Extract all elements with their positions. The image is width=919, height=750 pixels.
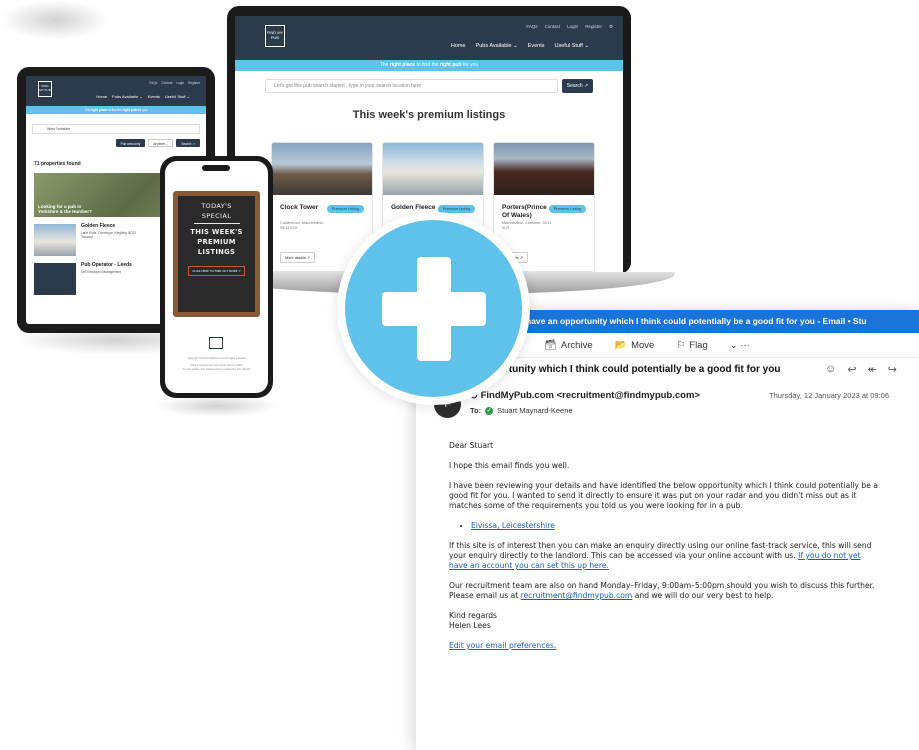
listing-photo [272, 143, 372, 195]
nav-events[interactable]: Events [528, 43, 545, 49]
phone-shadow [155, 395, 280, 417]
nav-home[interactable]: Home [96, 94, 107, 99]
emoji-icon[interactable]: ☺ [825, 363, 836, 376]
archive-button[interactable]: 🗃 Archive [544, 340, 592, 351]
premium-badge: Premium Listing [326, 205, 364, 213]
flag-icon: ⚐ [676, 339, 686, 351]
premium-listings-title: This week's premium listings [352, 109, 506, 121]
move-button[interactable]: 📂 Move [615, 340, 655, 351]
top-links: FAQs Contact Login Register ⚙ [526, 24, 613, 30]
nav-home[interactable]: Home [451, 43, 466, 49]
time-filter[interactable]: Anytime ⌄ [148, 139, 174, 147]
result-photo [34, 263, 76, 295]
register-link[interactable]: Register [188, 81, 200, 85]
filter-row: Pub area only Anytime ⌄ Search ↗ [26, 139, 200, 147]
site-nav-bar: FIND MY PUB FAQs Contact Login Register … [235, 16, 623, 60]
faqs-link[interactable]: FAQs [149, 81, 157, 85]
nav-useful-stuff[interactable]: Useful Stuff ⌄ [165, 94, 190, 99]
faqs-link[interactable]: FAQs [526, 24, 537, 30]
plus-badge [337, 212, 530, 405]
find-out-more-button[interactable]: CLICK HERE TO FIND OUT MORE ↗ [188, 266, 245, 276]
main-nav: Home Pubs Available ⌄ Events Useful Stuf… [96, 94, 190, 99]
listing-photo [383, 143, 483, 195]
corner-shadow [0, 0, 110, 40]
recipient-row: To: ✓ Stuart Maynard-Keene [470, 406, 573, 415]
site-logo[interactable]: FIND MY PUB [38, 81, 52, 97]
folder-move-icon: 📂 [614, 339, 628, 351]
listing-address: Macclesfield, Cheshire, SK11 6UT [502, 221, 552, 230]
contact-link[interactable]: Contact [545, 24, 561, 30]
location-search-input[interactable]: West Yorkshire [32, 124, 200, 134]
reply-all-icon[interactable]: ↞ [868, 363, 877, 376]
nav-events[interactable]: Events [148, 94, 160, 99]
more-actions-button[interactable]: ⌄ ··· [730, 340, 750, 351]
phone-notch [202, 165, 230, 171]
email-subject: an opportunity which I think could poten… [466, 364, 781, 375]
footer-logo [209, 337, 223, 349]
tagline-strip: The right place to find the right pub fo… [26, 106, 206, 114]
tagline-strip: The right place to find the right pub fo… [235, 60, 623, 71]
listing-name: Porters(Prince Of Wales) [502, 204, 547, 219]
recruitment-email-link[interactable]: recruitment@findmypub.com [521, 591, 633, 600]
check-icon: ✓ [485, 406, 494, 415]
search-row: Let's get this pub search started , type… [235, 71, 623, 101]
search-input[interactable]: Let's get this pub search started , type… [265, 79, 558, 93]
more-details-button[interactable]: More details ↗ [280, 252, 315, 263]
search-button[interactable]: Search ↗ [176, 139, 200, 147]
email-preferences-link[interactable]: Edit your email preferences. [449, 641, 556, 650]
nav-pubs-available[interactable]: Pubs Available ⌄ [476, 43, 518, 49]
search-button[interactable]: Search ↗ [562, 79, 593, 93]
recipient-name[interactable]: Stuart Maynard-Keene [497, 406, 572, 415]
listing-address: Caldermoor, Macclesfield, SK13 5XX [280, 221, 324, 230]
email-date: Thursday, 12 January 2023 at 09:06 [769, 391, 889, 400]
main-nav: Home Pubs Available ⌄ Events Useful Stuf… [451, 43, 589, 49]
listing-name: Golden Fleece [391, 204, 436, 211]
result-photo [34, 224, 76, 256]
site-nav-bar: FIND MY PUB FAQs Contact Login Register … [26, 76, 206, 106]
flag-button[interactable]: ⚐ Flag [676, 340, 707, 351]
nav-pubs-available[interactable]: Pubs Available ⌄ [112, 94, 143, 99]
archive-icon: 🗃 [544, 339, 557, 351]
chalkboard-sign: TODAY'S SPECIAL THIS WEEK'S PREMIUM LISTIN… [173, 191, 260, 317]
reply-icon[interactable]: ↩ [847, 363, 856, 376]
login-link[interactable]: Login [176, 81, 184, 85]
forward-icon[interactable]: ↪ [888, 363, 897, 376]
phone-screen: TODAY'S SPECIAL THIS WEEK'S PREMIUM LISTIN… [165, 161, 268, 393]
message-actions: ☺ ↩ ↞ ↪ [825, 363, 897, 376]
listing-name: Clock Tower [280, 204, 319, 211]
email-body: Dear Stuart I hope this email finds you … [449, 441, 879, 661]
sender-address[interactable]: ⊙ FindMyPub.com <recruitment@findmypub.c… [470, 390, 700, 401]
listing-photo [494, 143, 594, 195]
area-filter[interactable]: Pub area only [115, 139, 146, 147]
email-footer: Copyright ©2023 FindMyPub.com All rights… [182, 357, 251, 371]
register-link[interactable]: Register [585, 24, 602, 30]
opportunity-link[interactable]: Eivissa, Leicestershire [471, 521, 555, 530]
premium-badge: Premium Listing [548, 205, 586, 213]
gear-icon[interactable]: ⚙ [609, 24, 613, 30]
top-links: FAQs Contact Login Register [149, 81, 200, 85]
phone-device: TODAY'S SPECIAL THIS WEEK'S PREMIUM LISTIN… [160, 156, 273, 398]
nav-useful-stuff[interactable]: Useful Stuff ⌄ [555, 43, 589, 49]
site-logo[interactable]: FIND MY PUB [265, 25, 285, 47]
login-link[interactable]: Login [567, 24, 578, 30]
contact-link[interactable]: Contact [161, 81, 172, 85]
